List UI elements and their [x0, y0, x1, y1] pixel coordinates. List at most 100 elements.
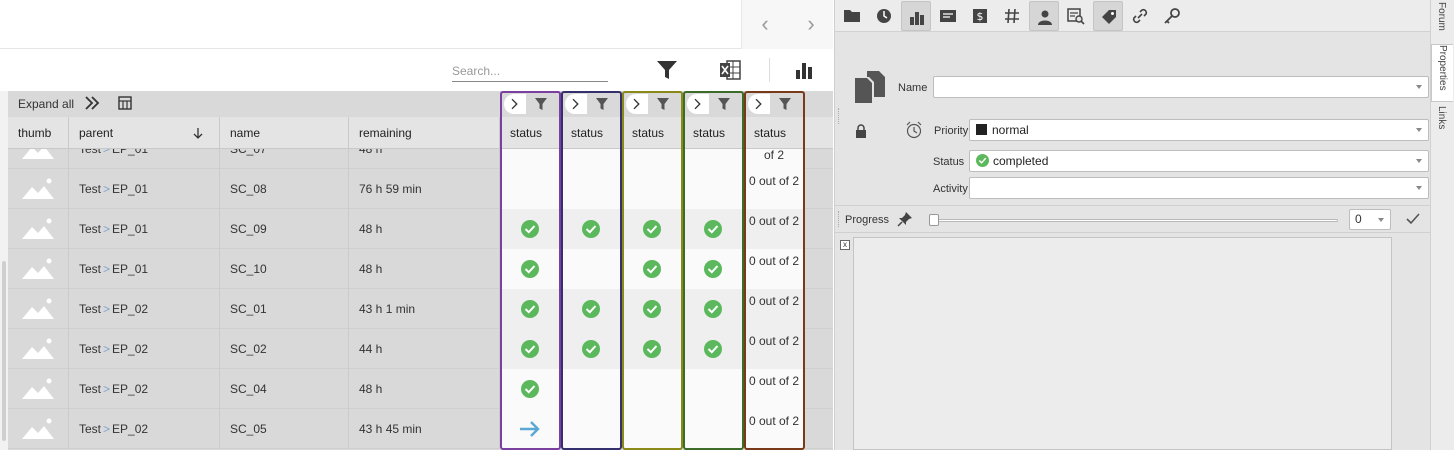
filter-icon[interactable]: [534, 97, 548, 111]
column-header-status-5[interactable]: status: [744, 117, 805, 149]
name-field[interactable]: [933, 76, 1429, 98]
check-circle-icon[interactable]: [521, 340, 539, 358]
progress-slider-handle[interactable]: [929, 214, 939, 226]
tab-forum[interactable]: Forum: [1431, 2, 1453, 40]
check-circle-icon[interactable]: [643, 260, 661, 278]
parent-cell[interactable]: Test > EP_01: [69, 249, 220, 289]
parent-cell[interactable]: Test > EP_02: [69, 409, 220, 449]
filter-icon[interactable]: [656, 97, 670, 111]
bar-chart-icon[interactable]: [792, 58, 816, 82]
check-circle-icon[interactable]: [582, 220, 600, 238]
parent-cell[interactable]: Test > EP_02: [69, 369, 220, 409]
parent-project[interactable]: Test: [79, 302, 101, 316]
search-input[interactable]: [452, 60, 608, 82]
folder-button[interactable]: [837, 1, 867, 31]
parent-cell[interactable]: Test > EP_01: [69, 149, 220, 169]
parent-episode[interactable]: EP_01: [112, 262, 148, 276]
alarm-clock-icon[interactable]: [905, 121, 923, 139]
expand-all-button[interactable]: Expand all: [18, 97, 74, 111]
parent-project[interactable]: Test: [79, 222, 101, 236]
notes-textarea[interactable]: [853, 237, 1392, 450]
copy-documents-icon[interactable]: [853, 70, 887, 104]
parent-episode[interactable]: EP_02: [112, 302, 148, 316]
pin-icon[interactable]: [897, 211, 913, 227]
check-circle-icon[interactable]: [704, 300, 722, 318]
parent-project[interactable]: Test: [79, 262, 101, 276]
name-cell[interactable]: SC_07: [220, 149, 349, 169]
task-search-button[interactable]: [1061, 1, 1091, 31]
status-expand-button[interactable]: [565, 94, 587, 114]
table-row[interactable]: Test > EP_01 SC_10 48 h0 out of 2: [8, 249, 833, 289]
check-circle-icon[interactable]: [704, 220, 722, 238]
vertical-scrollbar[interactable]: [0, 91, 8, 450]
check-circle-icon[interactable]: [643, 220, 661, 238]
column-header-status-3[interactable]: status: [622, 117, 683, 149]
prev-page-button[interactable]: ‹: [753, 12, 777, 36]
name-cell[interactable]: SC_09: [220, 209, 349, 249]
name-cell[interactable]: SC_08: [220, 169, 349, 209]
name-cell[interactable]: SC_04: [220, 369, 349, 409]
check-circle-icon[interactable]: [582, 340, 600, 358]
filter-icon[interactable]: [717, 97, 731, 111]
scrollbar-thumb[interactable]: [2, 261, 6, 441]
parent-cell[interactable]: Test > EP_02: [69, 289, 220, 329]
column-header-name[interactable]: name: [220, 117, 349, 149]
status-expand-button[interactable]: [687, 94, 709, 114]
column-header-thumb[interactable]: thumb: [8, 117, 69, 149]
script-button[interactable]: [933, 1, 963, 31]
column-header-status-1[interactable]: status: [500, 117, 561, 149]
column-header-parent[interactable]: parent: [69, 117, 220, 149]
table-row[interactable]: Test > EP_01 SC_07 48 h of 2: [8, 149, 833, 169]
resize-grip[interactable]: [838, 108, 840, 124]
name-cell[interactable]: SC_02: [220, 329, 349, 369]
parent-episode[interactable]: EP_01: [112, 222, 148, 236]
check-circle-icon[interactable]: [704, 340, 722, 358]
check-circle-icon[interactable]: [521, 300, 539, 318]
column-header-status-2[interactable]: status: [561, 117, 622, 149]
links-button[interactable]: [1125, 1, 1155, 31]
parent-episode[interactable]: EP_01: [112, 149, 148, 156]
cost-button[interactable]: $: [965, 1, 995, 31]
parent-episode[interactable]: EP_02: [112, 382, 148, 396]
check-circle-icon[interactable]: [704, 260, 722, 278]
parent-episode[interactable]: EP_02: [112, 422, 148, 436]
name-cell[interactable]: SC_10: [220, 249, 349, 289]
tab-properties[interactable]: Properties: [1431, 44, 1453, 102]
history-button[interactable]: [869, 1, 899, 31]
parent-project[interactable]: Test: [79, 422, 101, 436]
arrow-right-icon[interactable]: [519, 419, 541, 439]
table-row[interactable]: Test > EP_02 SC_05 43 h 45 min 0 out of 2: [8, 409, 833, 449]
activity-select[interactable]: [969, 177, 1429, 199]
name-cell[interactable]: SC_01: [220, 289, 349, 329]
status-expand-button[interactable]: [626, 94, 648, 114]
table-layout-icon[interactable]: [118, 96, 132, 110]
tags-button[interactable]: [1093, 1, 1123, 31]
hashtag-button[interactable]: [997, 1, 1027, 31]
column-header-remaining[interactable]: remaining: [349, 117, 500, 149]
parent-episode[interactable]: EP_01: [112, 182, 148, 196]
checkmark-icon[interactable]: [1405, 212, 1421, 226]
name-cell[interactable]: SC_05: [220, 409, 349, 449]
parent-cell[interactable]: Test > EP_01: [69, 209, 220, 249]
parent-project[interactable]: Test: [79, 149, 101, 156]
parent-cell[interactable]: Test > EP_02: [69, 329, 220, 369]
next-page-button[interactable]: ›: [799, 12, 823, 36]
resize-grip[interactable]: [838, 211, 840, 227]
check-circle-icon[interactable]: [582, 300, 600, 318]
double-chevron-right-icon[interactable]: [84, 95, 100, 111]
parent-project[interactable]: Test: [79, 382, 101, 396]
parent-cell[interactable]: Test > EP_01: [69, 169, 220, 209]
parent-episode[interactable]: EP_02: [112, 342, 148, 356]
table-row[interactable]: Test > EP_02 SC_02 44 h0 out of 2: [8, 329, 833, 369]
filter-icon[interactable]: [595, 97, 609, 111]
table-row[interactable]: Test > EP_01 SC_08 76 h 59 min 0 out of 2: [8, 169, 833, 209]
users-button[interactable]: [1029, 1, 1059, 31]
key-button[interactable]: [1157, 1, 1187, 31]
sort-descending-icon[interactable]: [192, 127, 204, 139]
progress-slider-track[interactable]: [931, 219, 1338, 222]
check-circle-icon[interactable]: [643, 340, 661, 358]
excel-export-icon[interactable]: [718, 58, 742, 82]
parent-project[interactable]: Test: [79, 182, 101, 196]
progress-value-select[interactable]: 0: [1349, 209, 1391, 230]
check-circle-icon[interactable]: [643, 300, 661, 318]
